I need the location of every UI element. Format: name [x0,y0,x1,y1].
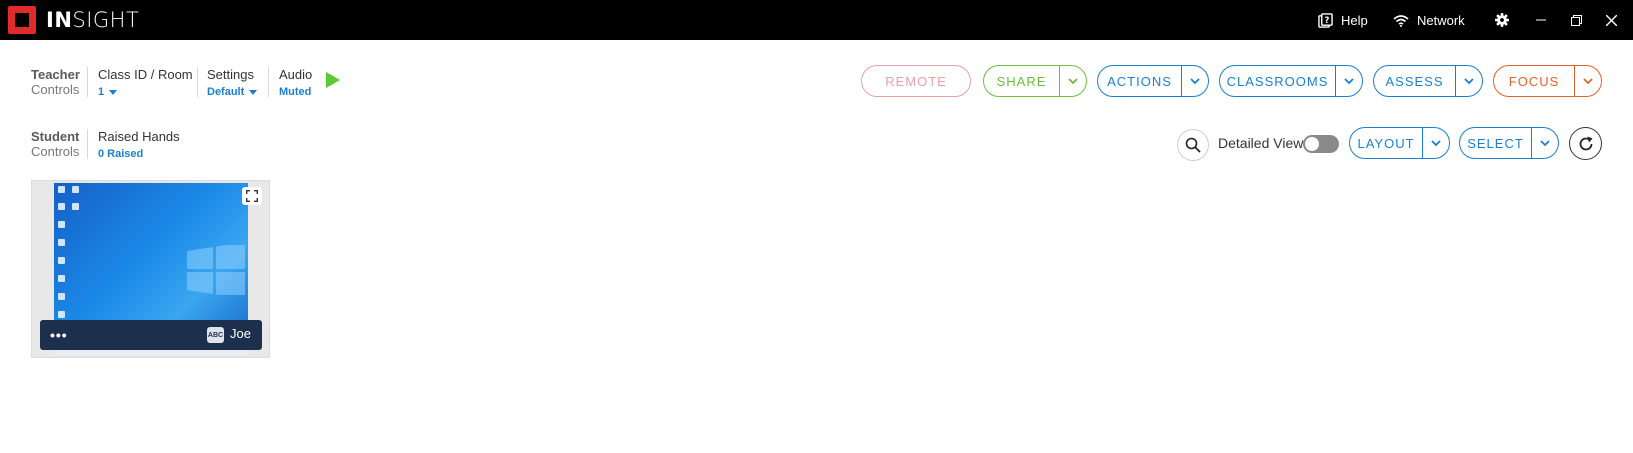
layout-label: LAYOUT [1357,135,1415,151]
raised-hands-control[interactable]: Raised Hands 0 Raised [98,129,180,162]
class-id-dropdown[interactable]: 1 [98,86,118,98]
divider [197,67,198,97]
svg-text:?: ? [1324,14,1329,24]
chevron-down-icon [1583,77,1593,84]
settings-dropdown[interactable]: Default [207,86,258,98]
gear-icon [1495,13,1509,27]
focus-button[interactable]: FOCUS [1493,65,1602,97]
layout-button[interactable]: LAYOUT [1349,127,1450,159]
audio-title: Audio [279,67,313,82]
more-options-icon[interactable]: ••• [50,327,68,343]
desktop-icon [58,239,65,246]
raised-hands-count[interactable]: 0 Raised [98,148,143,160]
actions-label: ACTIONS [1107,73,1172,89]
settings-title: Settings [207,67,254,82]
play-icon [326,72,340,88]
caret-down-icon [249,89,258,95]
help-icon: ? [1318,12,1333,28]
title-bar: INSIGHT ? Help Network [0,0,1633,40]
layout-dropdown[interactable] [1422,128,1449,158]
chevron-down-icon [1464,77,1474,84]
divider [268,67,269,97]
search-button[interactable] [1177,129,1209,161]
caret-down-icon [109,89,118,95]
divider [87,129,88,159]
actions-button[interactable]: ACTIONS [1097,65,1209,97]
student-controls-label: Student Controls [31,129,80,159]
refresh-button[interactable] [1569,127,1602,160]
audio-status: Muted [279,86,312,98]
desktop-icon [58,257,65,264]
assess-label: ASSESS [1385,73,1444,89]
chevron-down-icon [1540,139,1550,146]
student-thumbnail-card[interactable]: ••• ABC Joe [31,180,270,358]
desktop-icon [58,311,65,318]
expand-button[interactable] [242,187,262,205]
classrooms-dropdown[interactable] [1335,66,1362,96]
chevron-down-icon [1190,77,1200,84]
teacher-controls-label: Teacher Controls [31,67,80,97]
desktop-icon [72,203,79,210]
search-icon [1185,137,1201,153]
share-label: SHARE [996,73,1047,89]
minimize-icon [1536,19,1546,21]
detailed-view-toggle[interactable] [1303,135,1339,153]
close-icon [1605,14,1617,26]
desktop-icon [58,275,65,282]
select-dropdown[interactable] [1531,128,1558,158]
select-label: SELECT [1467,135,1524,151]
chevron-down-icon [1068,77,1078,84]
minimize-button[interactable] [1524,0,1558,40]
windows-logo-icon [187,245,245,295]
desktop-icon [58,221,65,228]
refresh-icon [1579,136,1592,150]
desktop-icon [72,186,79,193]
help-button[interactable]: ? Help [1318,0,1368,40]
detailed-view-label: Detailed View [1218,135,1304,151]
remote-button[interactable]: REMOTE [861,65,971,97]
help-label: Help [1341,12,1368,28]
desktop-icon [58,203,65,210]
assess-dropdown[interactable] [1455,66,1482,96]
share-button[interactable]: SHARE [983,65,1087,97]
close-button[interactable] [1594,0,1628,40]
focus-dropdown[interactable] [1574,66,1601,96]
raised-hands-title: Raised Hands [98,129,180,144]
audio-play-button[interactable] [326,72,340,93]
select-button[interactable]: SELECT [1459,127,1559,159]
network-button[interactable]: Network [1393,0,1465,40]
student-info-bar: ••• ABC Joe [40,320,262,350]
student-name: Joe [230,326,251,341]
wifi-icon [1393,14,1409,27]
remote-label: REMOTE [885,73,947,89]
class-id-title: Class ID / Room [98,67,193,82]
fullscreen-icon [246,190,258,202]
chevron-down-icon [1431,139,1441,146]
desktop-icon [58,186,65,193]
classrooms-button[interactable]: CLASSROOMS [1219,65,1363,97]
settings-gear-button[interactable] [1485,0,1519,40]
insight-logo-icon [8,6,36,34]
settings-control[interactable]: Settings Default [207,67,258,100]
divider [87,67,88,97]
app-logo-text: INSIGHT [46,8,140,32]
assess-button[interactable]: ASSESS [1373,65,1483,97]
focus-label: FOCUS [1508,73,1560,89]
desktop-icon [58,293,65,300]
actions-dropdown[interactable] [1181,66,1208,96]
audio-control: Audio Muted [279,67,312,100]
restore-button[interactable] [1559,0,1593,40]
share-dropdown[interactable] [1059,66,1086,96]
classrooms-label: CLASSROOMS [1226,73,1329,89]
toggle-knob [1305,137,1319,151]
class-id-control[interactable]: Class ID / Room 1 [98,67,193,100]
network-label: Network [1417,12,1465,28]
chevron-down-icon [1344,77,1354,84]
restore-icon [1570,14,1582,26]
student-badge: ABC [207,327,224,343]
